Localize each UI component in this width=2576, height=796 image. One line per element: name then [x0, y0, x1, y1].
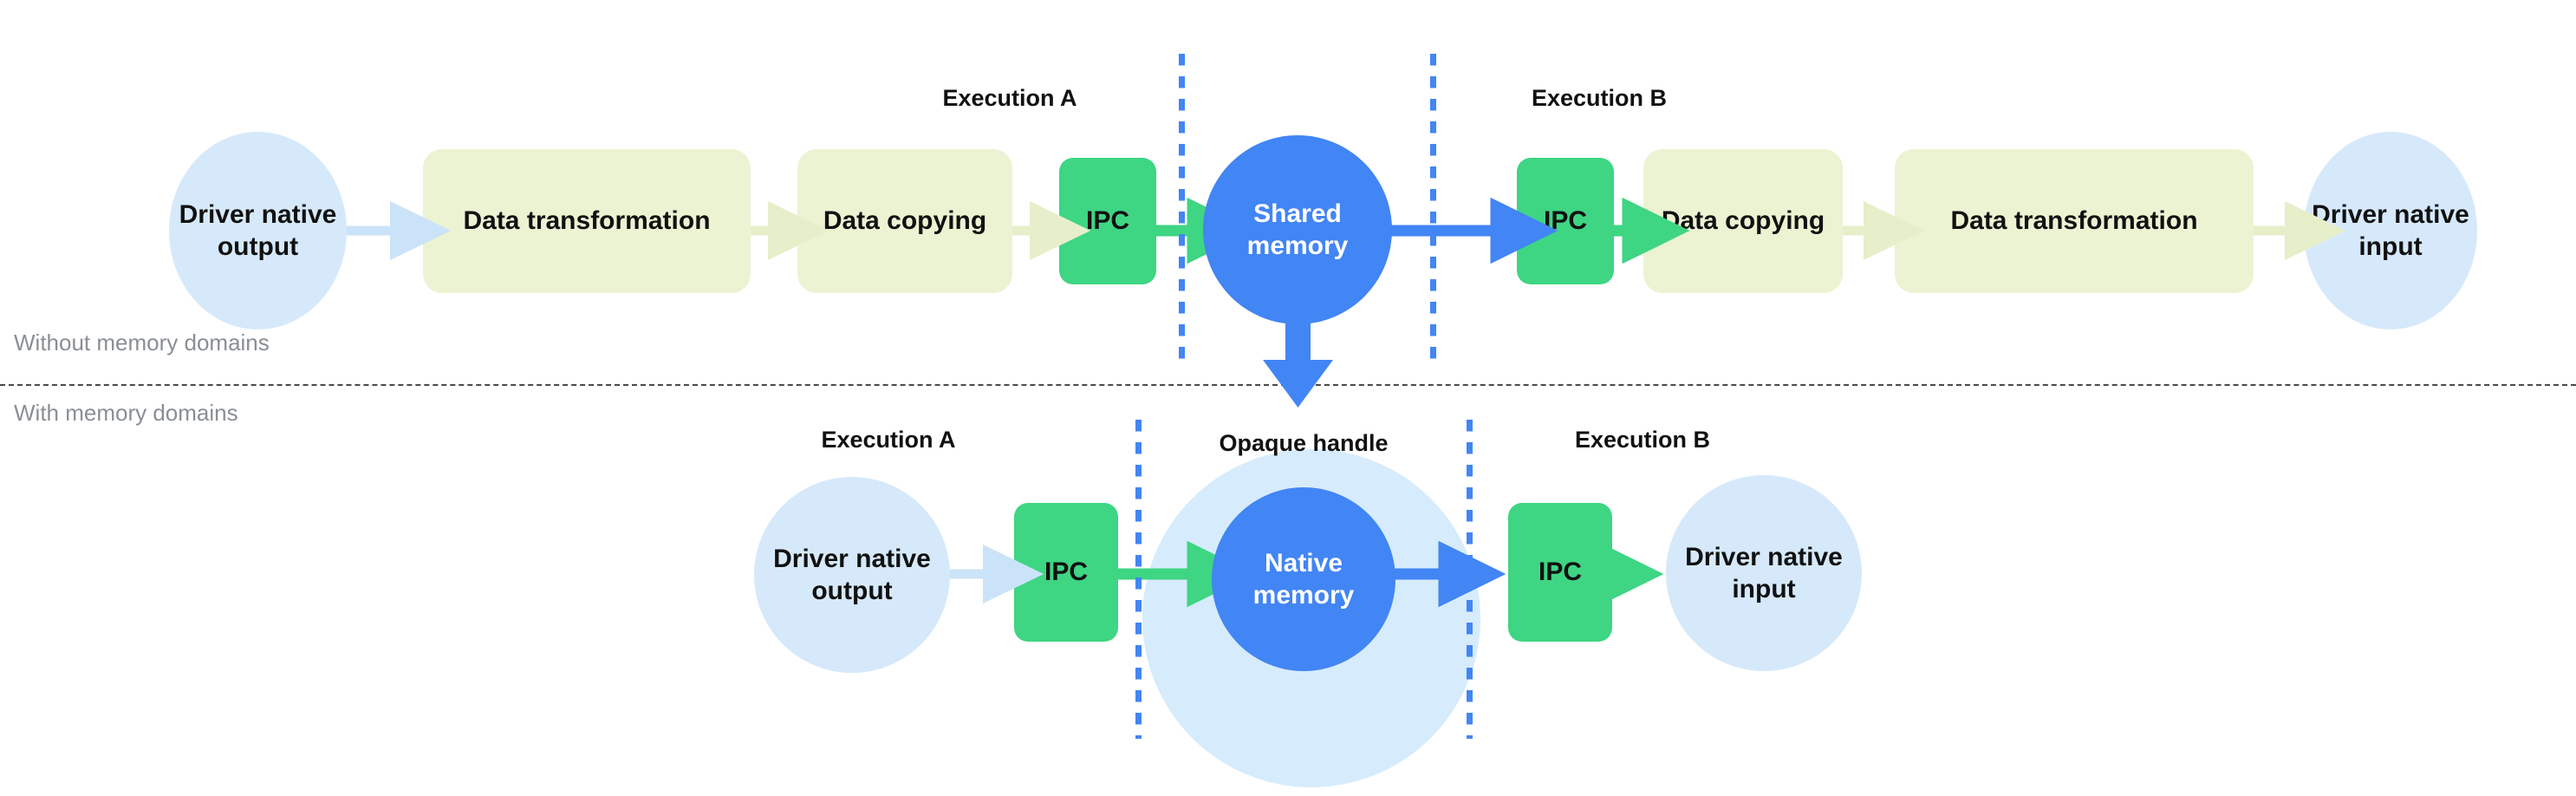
node-label: Driver native output: [179, 199, 337, 261]
node-label: IPC: [1044, 558, 1088, 587]
node-top-data-copying-left[interactable]: Data copying: [797, 149, 1012, 293]
node-label: Native memory: [1252, 548, 1355, 610]
node-label: Driver native input: [1685, 542, 1843, 604]
execution-boundary-top-left: [1179, 54, 1185, 362]
divider-dashed-line: [0, 384, 2576, 386]
opaque-handle-label: Opaque handle: [1219, 430, 1389, 456]
divider-caption-with: With memory domains: [14, 400, 238, 426]
node-top-ipc-left[interactable]: IPC: [1059, 158, 1156, 284]
node-label: Shared memory: [1246, 199, 1349, 260]
node-label: Driver native output: [773, 544, 931, 605]
node-bottom-ipc-right[interactable]: IPC: [1508, 503, 1612, 642]
bottom-execution-a-label: Execution A: [821, 427, 956, 453]
bottom-execution-b-label: Execution B: [1574, 427, 1711, 453]
node-label: Driver native input: [2312, 199, 2469, 261]
top-execution-a-label: Execution A: [942, 85, 1077, 111]
node-label: IPC: [1538, 558, 1582, 587]
node-label: Data copying: [823, 206, 987, 236]
divider-caption-without: Without memory domains: [14, 329, 270, 356]
node-top-driver-native-input[interactable]: Driver native input: [2304, 132, 2477, 329]
node-top-data-copying-right[interactable]: Data copying: [1643, 149, 1843, 293]
node-top-data-transformation-left[interactable]: Data transformation: [423, 149, 751, 293]
node-label: Data copying: [1661, 206, 1825, 236]
node-bottom-native-memory[interactable]: Native memory: [1212, 487, 1395, 671]
execution-boundary-bottom-left: [1135, 420, 1142, 739]
node-top-data-transformation-right[interactable]: Data transformation: [1895, 149, 2254, 293]
node-bottom-driver-native-output[interactable]: Driver native output: [754, 477, 950, 673]
node-bottom-ipc-left[interactable]: IPC: [1014, 503, 1118, 642]
node-label: Data transformation: [1950, 206, 2198, 236]
node-label: IPC: [1543, 206, 1587, 236]
node-label: IPC: [1085, 206, 1129, 236]
node-label: Data transformation: [463, 206, 711, 236]
node-top-driver-native-output[interactable]: Driver native output: [169, 132, 347, 329]
node-top-shared-memory[interactable]: Shared memory: [1203, 135, 1392, 324]
top-execution-b-label: Execution B: [1531, 85, 1668, 111]
execution-boundary-bottom-right: [1467, 420, 1473, 739]
node-bottom-driver-native-input[interactable]: Driver native input: [1666, 475, 1862, 671]
node-top-ipc-right[interactable]: IPC: [1517, 158, 1614, 284]
execution-boundary-top-right: [1430, 54, 1436, 362]
diagram-canvas: Driver native output Data transformation…: [0, 0, 2576, 796]
